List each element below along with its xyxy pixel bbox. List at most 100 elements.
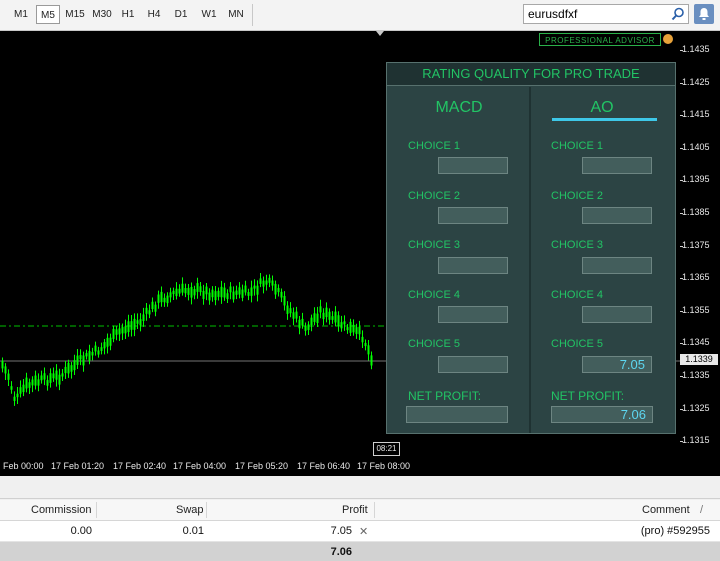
timeframe-m30[interactable]: M30 [89, 5, 115, 24]
bell-icon[interactable] [694, 4, 714, 24]
candle-body [238, 287, 241, 295]
price-tick-label: 1.1395 [682, 174, 710, 185]
price-tick [680, 213, 683, 214]
candle-body [169, 292, 172, 298]
table-row[interactable]: 0.00 0.01 7.05 ✕ (pro) #592955 [0, 521, 720, 542]
macd-choice-1-label: CHOICE 1 [408, 140, 460, 152]
candle-body [268, 277, 271, 283]
candle-body [181, 283, 184, 293]
timeframe-h1[interactable]: H1 [117, 5, 139, 24]
terminal-panel: Commission Swap Profit Comment / 0.00 0.… [0, 476, 720, 561]
timeframe-h4[interactable]: H4 [143, 5, 165, 24]
price-tick-label: 1.1425 [682, 76, 710, 87]
column-separator[interactable] [206, 502, 207, 518]
candle-body [4, 366, 7, 374]
timeframe-m1[interactable]: M1 [10, 5, 32, 24]
candle-body [46, 380, 49, 386]
column-separator[interactable] [374, 502, 375, 518]
candle-body [340, 322, 343, 329]
candle-body [103, 342, 106, 349]
candle-body [85, 353, 88, 357]
candle-body [247, 292, 250, 296]
terminal-splitter[interactable] [0, 476, 720, 499]
candle-body [307, 324, 310, 330]
price-tick [680, 245, 683, 247]
candle-body [142, 314, 145, 321]
search-icon[interactable] [670, 6, 686, 22]
candle-body [97, 350, 100, 355]
price-tick [680, 180, 683, 182]
candle-body [217, 290, 220, 297]
advisor-badge: PROFESSIONAL ADVISOR [539, 33, 661, 46]
candle-body [259, 278, 262, 284]
candle-body [229, 286, 232, 293]
price-tick-label: 1.1335 [682, 370, 710, 380]
price-tick [680, 310, 683, 312]
ao-net-profit-value: 7.06 [551, 406, 653, 423]
candle-body [361, 336, 364, 343]
price-tick [680, 278, 683, 280]
time-axis: Feb 00:00 17 Feb 01:20 17 Feb 02:40 17 Feb … [0, 458, 720, 476]
candle-body [292, 312, 295, 319]
candle-body [211, 289, 214, 298]
close-icon[interactable]: ✕ [359, 525, 368, 538]
column-header-swap[interactable]: Swap [176, 504, 204, 516]
timeframe-m15[interactable]: M15 [62, 5, 88, 24]
candle-body [166, 295, 169, 304]
ao-column-title[interactable]: AO [532, 99, 672, 117]
candle-body [223, 287, 226, 298]
symbol-search[interactable] [523, 4, 689, 24]
ao-net-profit-label: NET PROFIT: [551, 389, 625, 403]
candle-body [136, 320, 139, 324]
column-header-commission[interactable]: Commission [31, 504, 92, 516]
timeframe-d1[interactable]: D1 [170, 5, 192, 24]
price-tick-label: 1.1405 [682, 141, 710, 152]
column-header-comment[interactable]: Comment [642, 504, 690, 516]
candle-body [100, 347, 103, 351]
candle-body [256, 285, 259, 295]
price-tick-label: 1.1435 [682, 44, 710, 54]
candle-body [313, 313, 316, 322]
symbol-search-input[interactable] [528, 6, 668, 22]
ao-choice-4-value [582, 306, 652, 323]
candle-body [367, 345, 370, 355]
smiley-icon [663, 34, 673, 44]
price-tick [680, 50, 683, 51]
candle-body [304, 325, 307, 331]
candle-body [145, 307, 148, 314]
candle-body [52, 373, 55, 379]
comment-cell: (pro) #592955 [640, 525, 710, 537]
candle-body [370, 355, 373, 366]
commission-cell: 0.00 [70, 525, 92, 537]
candle-body [190, 287, 193, 298]
timeframe-mn[interactable]: MN [224, 5, 248, 24]
column-separator[interactable] [96, 502, 97, 518]
time-tick-label: 17 Feb 04:00 [173, 461, 227, 471]
price-tick-label: 1.1315 [682, 435, 710, 446]
candle-body [175, 288, 178, 297]
candle-body [184, 288, 187, 294]
candle-body [349, 321, 352, 333]
candle-body [352, 324, 355, 333]
candle-body [130, 321, 133, 330]
candle-body [34, 375, 37, 386]
candle-body [235, 290, 238, 295]
candle-body [328, 311, 331, 320]
column-header-profit[interactable]: Profit [342, 504, 368, 516]
ao-choice-5-value: 7.05 [582, 356, 652, 373]
candle-body [226, 293, 229, 299]
rating-panel: RATING QUALITY FOR PRO TRADE MACD AO CHO… [386, 62, 676, 434]
candle-body [19, 387, 22, 394]
candle-body [325, 307, 328, 318]
macd-choice-5-label: CHOICE 5 [408, 338, 460, 350]
candle-body [286, 305, 289, 314]
candle-body [109, 337, 112, 346]
candle-body [49, 373, 52, 383]
chart-shift-marker[interactable] [376, 31, 384, 36]
candle-body [160, 291, 163, 303]
timeframe-w1[interactable]: W1 [197, 5, 221, 24]
price-tick-label: 1.1365 [682, 272, 710, 283]
timeframe-m5[interactable]: M5 [36, 5, 60, 24]
macd-choice-2-label: CHOICE 2 [408, 190, 460, 202]
candle-body [73, 360, 76, 371]
